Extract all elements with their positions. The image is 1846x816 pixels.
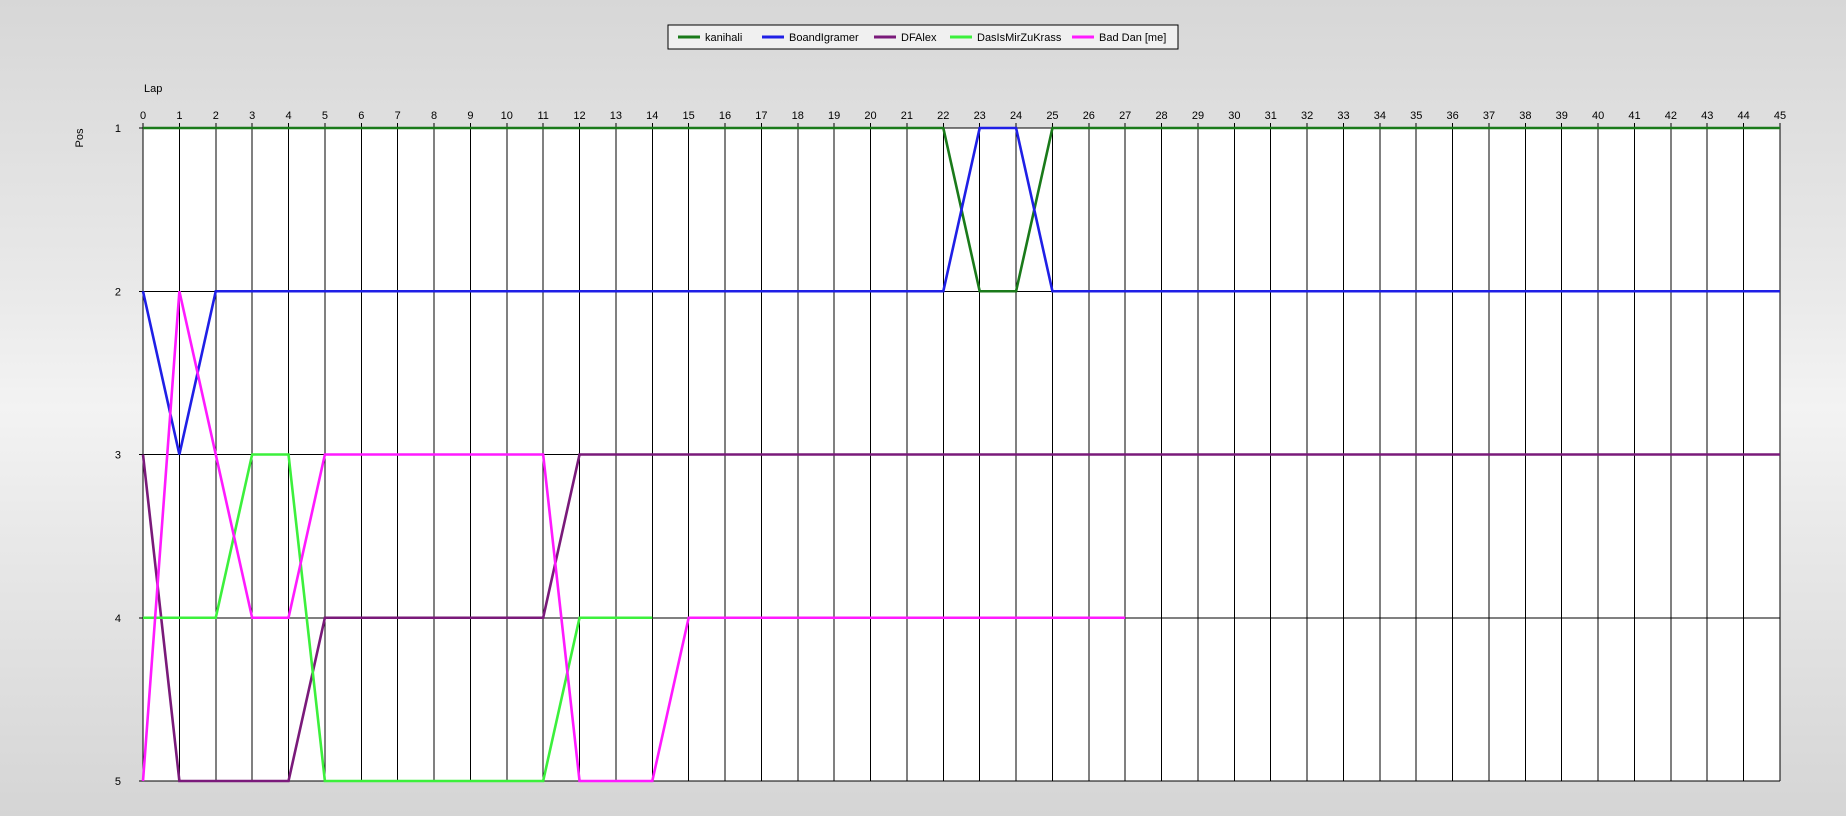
x-tick-label: 7 (395, 110, 401, 122)
x-tick-label: 26 (1083, 110, 1095, 122)
x-tick-label: 19 (828, 110, 840, 122)
position-chart: kanihali BoandIgramer DFAlex DasIsMirZuKras… (0, 0, 1846, 816)
x-tick-label: 13 (610, 110, 622, 122)
x-tick-label: 12 (573, 110, 585, 122)
legend-label: BoandIgramer (789, 32, 859, 44)
x-tick-label: 6 (358, 110, 364, 122)
x-tick-label: 18 (792, 110, 804, 122)
x-tick-label: 14 (646, 110, 658, 122)
x-tick-label: 0 (140, 110, 146, 122)
legend-label: DFAlex (901, 32, 937, 44)
x-tick-label: 44 (1737, 110, 1749, 122)
x-tick-label: 17 (755, 110, 767, 122)
x-tick-label: 40 (1592, 110, 1604, 122)
legend-label: Bad Dan [me] (1099, 32, 1166, 44)
x-tick-label: 41 (1628, 110, 1640, 122)
x-tick-label: 3 (249, 110, 255, 122)
x-tick-label: 21 (901, 110, 913, 122)
y-tick-label: 3 (115, 450, 121, 462)
x-tick-label: 33 (1337, 110, 1349, 122)
x-tick-label: 4 (285, 110, 291, 122)
x-tick-label: 24 (1010, 110, 1022, 122)
y-axis-label: Pos (74, 128, 86, 147)
x-tick-label: 5 (322, 110, 328, 122)
x-tick-label: 31 (1265, 110, 1277, 122)
x-tick-label: 11 (537, 110, 548, 122)
legend-label: DasIsMirZuKrass (977, 32, 1062, 44)
x-tick-label: 35 (1410, 110, 1422, 122)
y-tick-label: 5 (115, 776, 121, 788)
x-tick-label: 8 (431, 110, 437, 122)
x-tick-label: 32 (1301, 110, 1313, 122)
x-tick-label: 23 (974, 110, 986, 122)
x-tick-label: 36 (1446, 110, 1458, 122)
x-tick-label: 25 (1046, 110, 1058, 122)
x-tick-label: 2 (213, 110, 219, 122)
x-tick-label: 22 (937, 110, 949, 122)
x-tick-label: 30 (1228, 110, 1240, 122)
x-tick-label: 34 (1374, 110, 1386, 122)
x-tick-label: 1 (176, 110, 182, 122)
x-tick-label: 16 (719, 110, 731, 122)
x-tick-label: 27 (1119, 110, 1131, 122)
x-tick-label: 28 (1155, 110, 1167, 122)
x-tick-label: 37 (1483, 110, 1495, 122)
x-axis-label: Lap (144, 83, 162, 95)
x-tick-label: 15 (683, 110, 695, 122)
x-tick-label: 45 (1774, 110, 1786, 122)
x-tick-label: 29 (1192, 110, 1204, 122)
legend: kanihali BoandIgramer DFAlex DasIsMirZuKras… (667, 24, 1179, 50)
chart-svg: kanihali BoandIgramer DFAlex DasIsMirZuKras… (74, 24, 1786, 788)
x-tick-label: 20 (864, 110, 876, 122)
x-tick-label: 39 (1556, 110, 1568, 122)
x-tick-label: 10 (501, 110, 513, 122)
x-tick-label: 38 (1519, 110, 1531, 122)
legend-label: kanihali (705, 32, 742, 44)
x-tick-label: 9 (467, 110, 473, 122)
y-tick-label: 2 (115, 286, 121, 298)
y-tick-label: 4 (115, 613, 121, 625)
y-tick-label: 1 (115, 123, 121, 135)
x-tick-label: 43 (1701, 110, 1713, 122)
x-tick-label: 42 (1665, 110, 1677, 122)
